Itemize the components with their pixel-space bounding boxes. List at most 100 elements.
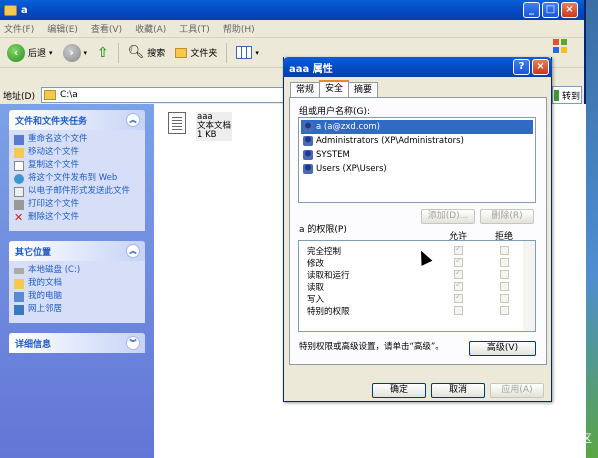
permissions-scrollbar[interactable] (523, 241, 535, 331)
dropdown-icon: ▾ (49, 48, 53, 57)
remove-button[interactable]: 删除(R) (480, 209, 534, 224)
place-local-disk[interactable]: 本地磁盘 (C:) (14, 265, 140, 276)
dialog-close-button[interactable]: × (532, 59, 549, 75)
other-places-panel: 其它位置 ︽ 本地磁盘 (C:) 我的文档 我的电脑 网上邻居 (9, 241, 145, 323)
users-label: 组或用户名称(G): (299, 107, 371, 117)
deny-checkbox[interactable] (500, 282, 509, 291)
dropdown-icon: ▾ (255, 48, 259, 57)
watermark: @稀土掘金技术社区 (493, 432, 592, 445)
menu-file[interactable]: 文件(F) (4, 22, 34, 35)
menu-favorites[interactable]: 收藏(A) (135, 22, 166, 35)
task-copy[interactable]: 复制这个文件 (14, 160, 140, 171)
rename-icon (14, 135, 24, 145)
user-icon (303, 122, 313, 132)
permission-row: 读取和运行 (299, 268, 519, 281)
user-row[interactable]: SYSTEM (301, 148, 533, 162)
task-publish-web[interactable]: 将这个文件发布到 Web (14, 173, 140, 184)
dialog-titlebar[interactable]: aaa 属性 ? × (283, 57, 552, 77)
properties-dialog: aaa 属性 ? × 常规 安全 摘要 组或用户名称(G): a (a@zxd.… (283, 57, 552, 402)
task-delete[interactable]: ✕ 删除这个文件 (14, 212, 140, 223)
address-label: 地址(D) (3, 91, 35, 102)
tasks-panel-header[interactable]: 文件和文件夹任务 ︽ (9, 110, 145, 130)
close-button[interactable]: × (561, 2, 578, 18)
user-row[interactable]: a (a@zxd.com) (301, 120, 533, 134)
task-print[interactable]: 打印这个文件 (14, 199, 140, 210)
users-listbox[interactable]: a (a@zxd.com) Administrators (XP\Adminis… (298, 117, 536, 203)
allow-checkbox[interactable] (454, 292, 463, 303)
permissions-label: a 的权限(P) (299, 225, 347, 235)
help-button[interactable]: ? (513, 59, 530, 75)
explorer-title: a (21, 4, 28, 16)
folder-icon (4, 4, 17, 16)
collapse-icon[interactable]: ︽ (126, 244, 140, 258)
deny-checkbox[interactable] (500, 258, 509, 267)
permission-row: 修改 (299, 256, 519, 269)
move-icon (14, 148, 24, 158)
toolbar-separator (226, 42, 228, 63)
apply-button[interactable]: 应用(A) (490, 383, 544, 398)
tab-strip: 常规 安全 摘要 (290, 80, 379, 97)
allow-checkbox[interactable] (454, 244, 463, 255)
tab-security[interactable]: 安全 (319, 80, 350, 97)
file-item-label[interactable]: aaa 文本文档 1 KB (196, 112, 233, 141)
deny-checkbox[interactable] (500, 270, 509, 279)
go-button[interactable]: 转到 (552, 86, 582, 104)
add-button[interactable]: 添加(D)... (421, 209, 475, 224)
menubar: 文件(F) 编辑(E) 查看(V) 收藏(A) 工具(T) 帮助(H) (0, 20, 584, 38)
search-button[interactable]: 🔍︎ 搜索 (125, 43, 169, 62)
advanced-hint: 特别权限或高级设置，请单击“高级”。 (299, 342, 444, 352)
place-my-documents[interactable]: 我的文档 (14, 278, 140, 289)
dropdown-icon: ▾ (83, 48, 88, 57)
text-file-icon[interactable] (168, 112, 186, 134)
menu-edit[interactable]: 编辑(E) (47, 22, 78, 35)
cancel-button[interactable]: 取消 (431, 383, 485, 398)
allow-checkbox[interactable] (454, 268, 463, 279)
other-places-header[interactable]: 其它位置 ︽ (9, 241, 145, 261)
delete-x-icon: ✕ (14, 211, 24, 224)
user-row[interactable]: Administrators (XP\Administrators) (301, 134, 533, 148)
menu-view[interactable]: 查看(V) (91, 22, 122, 35)
tab-general[interactable]: 常规 (290, 82, 321, 97)
task-move[interactable]: 移动这个文件 (14, 147, 140, 158)
back-button[interactable]: ‹ 后退 ▾ (4, 42, 56, 64)
up-folder-icon: ⇧ (97, 44, 109, 61)
address-input[interactable]: C:\a (40, 87, 291, 103)
maximize-button[interactable]: □ (542, 2, 559, 18)
forward-button[interactable]: › ▾ (60, 42, 91, 64)
explorer-titlebar[interactable]: a _ □ × (0, 0, 584, 20)
deny-checkbox[interactable] (500, 246, 509, 255)
task-rename[interactable]: 重命名这个文件 (14, 134, 140, 145)
folders-button[interactable]: 文件夹 (172, 44, 220, 61)
forward-arrow-icon: › (62, 43, 81, 62)
deny-checkbox[interactable] (500, 294, 509, 303)
permission-row: 写入 (299, 292, 519, 305)
place-my-computer[interactable]: 我的电脑 (14, 291, 140, 302)
task-email[interactable]: 以电子邮件形式发送此文件 (14, 186, 140, 197)
network-icon (14, 305, 24, 315)
group-icon (303, 136, 313, 146)
views-button[interactable]: ▾ (233, 44, 262, 61)
advanced-button[interactable]: 高级(V) (469, 341, 536, 356)
expand-icon[interactable]: ︾ (126, 336, 140, 350)
menu-tools[interactable]: 工具(T) (179, 22, 210, 35)
menu-help[interactable]: 帮助(H) (223, 22, 255, 35)
tab-summary[interactable]: 摘要 (348, 82, 379, 97)
disk-icon (14, 268, 24, 274)
allow-checkbox[interactable] (454, 256, 463, 267)
up-button[interactable]: ⇧ (94, 43, 112, 63)
allow-checkbox[interactable] (454, 306, 463, 315)
folders-icon (175, 47, 188, 58)
deny-checkbox[interactable] (500, 306, 509, 315)
search-icon: 🔍︎ (127, 45, 145, 60)
permission-row: 完全控制 (299, 244, 519, 257)
place-network[interactable]: 网上邻居 (14, 304, 140, 315)
allow-checkbox[interactable] (454, 280, 463, 291)
details-header[interactable]: 详细信息 ︾ (9, 333, 145, 353)
ok-button[interactable]: 确定 (372, 383, 426, 398)
minimize-button[interactable]: _ (523, 2, 540, 18)
user-row[interactable]: Users (XP\Users) (301, 162, 533, 176)
collapse-icon[interactable]: ︽ (126, 113, 140, 127)
group-icon (303, 150, 313, 160)
back-arrow-icon: ‹ (7, 43, 25, 62)
group-icon (303, 164, 313, 174)
